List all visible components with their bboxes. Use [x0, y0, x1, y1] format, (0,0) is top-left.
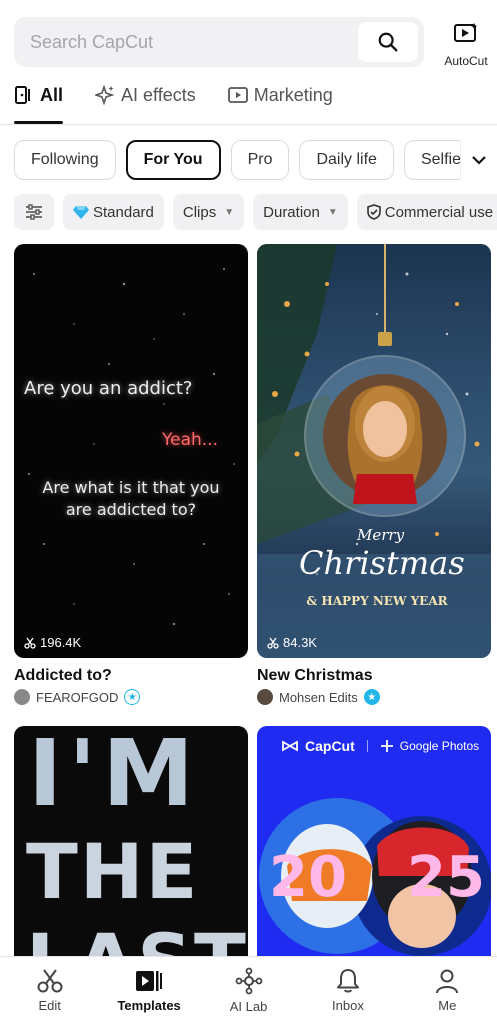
autocut-button[interactable]: AutoCut [436, 22, 496, 68]
chevron-down-icon [472, 156, 486, 165]
bottom-navigation: Edit Templates AI Lab Inbox Me [0, 956, 497, 1024]
nav-inbox[interactable]: Inbox [298, 957, 397, 1024]
ai-lab-icon [235, 967, 262, 995]
caret-down-icon: ▼ [327, 206, 338, 218]
templates-icon [136, 971, 163, 991]
tab-ai-effects-label: AI effects [121, 84, 196, 105]
lyric-line-4: are addicted to? [65, 500, 197, 519]
chip-for-you[interactable]: For You [125, 140, 221, 180]
filter-bar: Standard Clips ▼ Duration ▼ Commercial u… [14, 194, 497, 230]
chips-expand-button[interactable] [460, 140, 497, 180]
overlay-christmas: Christmas [299, 544, 465, 582]
view-count-value: 196.4K [40, 635, 82, 650]
filter-standard-label: Standard [93, 203, 154, 221]
stars-background [28, 268, 235, 626]
nav-ai-lab[interactable]: AI Lab [199, 957, 298, 1024]
sliders-icon [26, 204, 42, 220]
bell-icon [336, 969, 359, 993]
autocut-label: AutoCut [444, 54, 488, 68]
overlay-last: LAST [26, 924, 248, 957]
overlay-im: I'M [28, 726, 200, 827]
helmet-portraits [259, 798, 491, 956]
shield-icon [366, 204, 381, 220]
all-icon [15, 86, 30, 104]
diamond-icon [73, 206, 89, 219]
card-title[interactable]: New Christmas [257, 667, 373, 685]
tab-all-label: All [40, 84, 64, 105]
nav-edit[interactable]: Edit [0, 957, 99, 1024]
filter-duration[interactable]: Duration ▼ [253, 194, 348, 230]
chip-daily-life[interactable]: Daily life [299, 140, 394, 180]
template-card-im-the-last[interactable]: I'M THE LAST [14, 726, 248, 956]
sparkle-icon [95, 85, 115, 105]
avatar [257, 689, 273, 705]
search-input[interactable] [14, 31, 344, 53]
filter-commercial-use[interactable]: Commercial use [356, 194, 497, 230]
year-left: 20 [269, 845, 347, 910]
filter-clips[interactable]: Clips ▼ [172, 194, 245, 230]
author-name: Mohsen Edits [279, 689, 358, 705]
star-badge-icon: ★ [124, 689, 141, 705]
overlay-merry: Merry [357, 526, 405, 544]
year-right: 25 [407, 845, 485, 910]
tab-marketing-label: Marketing [253, 84, 333, 105]
chip-pro[interactable]: Pro [230, 140, 290, 180]
nav-templates[interactable]: Templates [99, 957, 198, 1024]
card-title[interactable]: Addicted to? [14, 667, 112, 685]
card-author[interactable]: Mohsen Edits ★ [257, 689, 380, 705]
template-card-addicted[interactable]: Are you an addict? Yeah... Are what is i… [14, 244, 248, 658]
view-count-value: 84.3K [283, 635, 317, 650]
search-icon [378, 32, 398, 52]
filter-standard[interactable]: Standard [63, 194, 164, 230]
author-name: FEAROFGOD [36, 689, 119, 705]
lyric-line-2: Yeah... [162, 430, 218, 450]
main-tabs: All AI effects Marketing [14, 80, 365, 126]
category-chips: Following For You Pro Daily life Selfie [14, 140, 478, 180]
search-bar[interactable] [14, 17, 424, 67]
view-count: 196.4K [24, 635, 81, 650]
star-badge-icon: ★ [363, 689, 380, 705]
filter-commercial-label: Commercial use [384, 203, 494, 221]
card-author[interactable]: FEAROFGOD ★ [14, 689, 141, 705]
chip-following[interactable]: Following [14, 140, 116, 180]
divider [0, 124, 497, 125]
nav-me[interactable]: Me [398, 957, 497, 1024]
template-card-new-christmas[interactable]: Merry Christmas & HAPPY NEW YEAR 84.3K [257, 244, 491, 658]
scissors-icon [267, 637, 279, 649]
template-card-capcut-google-2025[interactable]: CapCut Google Photos 20 25 [257, 726, 491, 956]
tab-marketing[interactable]: Marketing [227, 80, 333, 110]
nav-templates-label: Templates [117, 998, 181, 1013]
nav-inbox-label: Inbox [332, 998, 364, 1013]
play-icon [227, 87, 248, 103]
search-button[interactable] [358, 22, 418, 62]
filter-duration-label: Duration [263, 203, 320, 221]
avatar [14, 689, 30, 705]
caret-down-icon: ▼ [224, 206, 235, 218]
tab-ai-effects[interactable]: AI effects [95, 80, 196, 110]
nav-edit-label: Edit [38, 998, 61, 1013]
autocut-icon [454, 23, 477, 42]
lyric-line-1: Are you an addict? [24, 378, 193, 399]
scissors-icon [24, 637, 36, 649]
filter-settings-button[interactable] [14, 194, 54, 230]
overlay-happy-new-year: & HAPPY NEW YEAR [306, 594, 448, 608]
nav-ai-lab-label: AI Lab [229, 999, 268, 1014]
scissors-icon [37, 969, 63, 993]
profile-icon [436, 969, 459, 994]
view-count: 84.3K [267, 635, 317, 650]
nav-me-label: Me [438, 998, 457, 1013]
overlay-the: THE [26, 827, 200, 916]
filter-clips-label: Clips [182, 203, 217, 221]
lyric-line-3: Are what is it that you [42, 478, 220, 497]
tab-all[interactable]: All [14, 80, 64, 124]
